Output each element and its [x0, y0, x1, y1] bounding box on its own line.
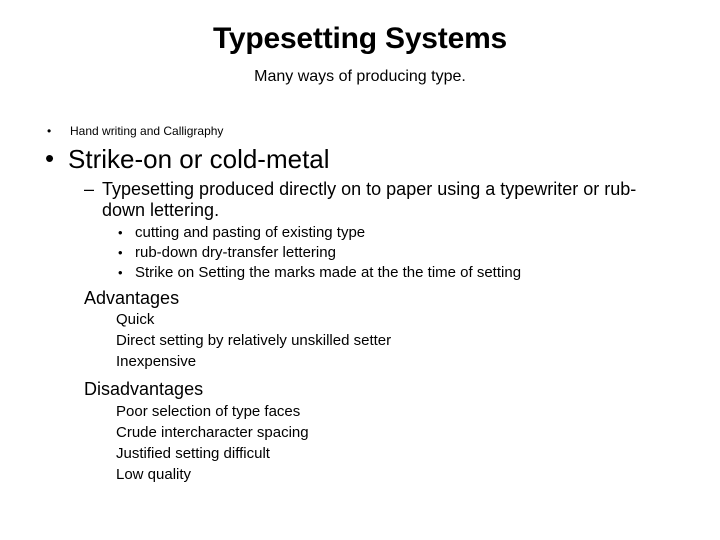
list-item: • Strike on Setting the marks made at th… [118, 263, 720, 283]
bullet-item-strike-on: • Strike-on or cold-metal [45, 143, 720, 177]
list-item: • cutting and pasting of existing type [118, 223, 720, 243]
list-item: Low quality [116, 465, 192, 483]
dash-bullet-icon: – [84, 179, 95, 199]
bullet-item-hand-writing: • Hand writing and Calligraphy [47, 124, 720, 141]
bullet-dot-icon: • [118, 264, 123, 280]
sub-bullet-typesetting-description-label: Typesetting produced directly on to pape… [102, 179, 637, 220]
third-level-bullet-list: • cutting and pasting of existing type •… [0, 223, 720, 283]
list-item-label: Strike on Setting the marks made at the … [135, 263, 522, 281]
list-item: Crude intercharacter spacing [116, 423, 309, 441]
list-item: Quick [116, 311, 155, 329]
advantages-list: Quick Direct setting by relatively unski… [0, 309, 720, 372]
list-item: Direct setting by relatively unskilled s… [116, 332, 392, 350]
disadvantages-heading: Disadvantages [84, 379, 204, 400]
list-item: • rub-down dry-transfer lettering [118, 243, 720, 263]
list-item: Justified setting difficult [116, 444, 270, 462]
slide: Typesetting Systems Many ways of produci… [0, 0, 720, 540]
bullet-dot-icon: • [45, 143, 55, 173]
bullet-dot-icon: • [47, 124, 52, 138]
list-item-label: rub-down dry-transfer lettering [135, 243, 336, 261]
bullet-dot-icon: • [118, 224, 123, 240]
list-item-label: cutting and pasting of existing type [135, 223, 366, 241]
slide-title: Typesetting Systems [212, 22, 508, 55]
sub-bullet-typesetting-description: – Typesetting produced directly on to pa… [84, 179, 664, 221]
disadvantages-list: Poor selection of type faces Crude inter… [0, 401, 720, 485]
slide-body: • Hand writing and Calligraphy • Strike-… [0, 124, 720, 485]
bullet-dot-icon: • [118, 244, 123, 260]
list-item: Poor selection of type faces [116, 402, 301, 420]
list-item: Inexpensive [116, 353, 197, 371]
bullet-item-hand-writing-label: Hand writing and Calligraphy [70, 124, 224, 138]
slide-subtitle: Many ways of producing type. [254, 68, 466, 85]
bullet-item-strike-on-label: Strike-on or cold-metal [68, 144, 330, 174]
advantages-heading: Advantages [84, 287, 180, 308]
